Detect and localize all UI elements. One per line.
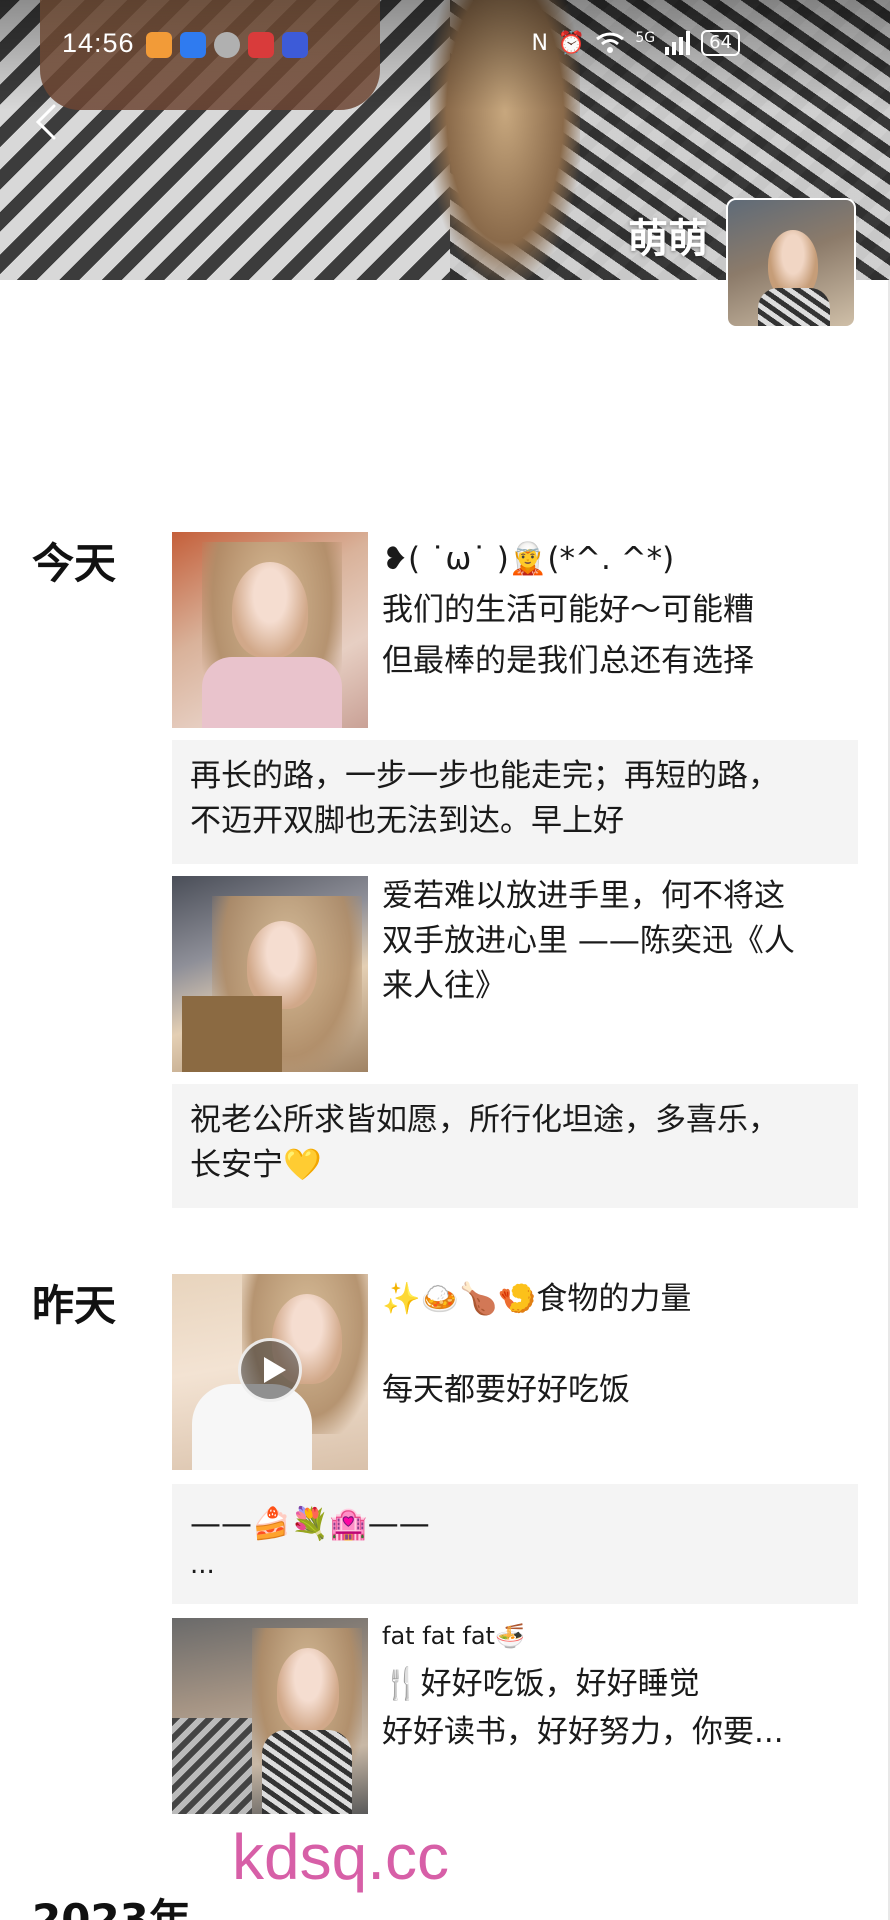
back-button[interactable] [28, 102, 68, 142]
watermark: kdsq.cc [232, 1821, 449, 1893]
post-caption[interactable]: 爱若难以放进手里，何不将这 双手放进心里 ——陈奕迅《人 来人往》 [382, 874, 862, 1009]
translate-app-icon [180, 32, 206, 58]
network-type: 5G [635, 30, 656, 46]
play-icon[interactable] [238, 1338, 302, 1402]
post-caption[interactable]: fat fat fat🍜 🍴好好吃饭，好好睡觉 好好读书，好好努力，你要... [382, 1618, 862, 1756]
status-bar: 14:56 N ⏰ 5G 64 [0, 0, 890, 90]
alarm-icon: ⏰ [557, 30, 586, 56]
post-caption[interactable]: ❥( ˙ω˙ )🧝(*^. ^*) 我们的生活可能好～可能糟 但最棒的是我们总还… [382, 534, 862, 687]
text-post-card[interactable]: 祝老公所求皆如愿，所行化坦途，多喜乐， 长安宁💛 [172, 1084, 858, 1208]
post-photo[interactable] [172, 532, 368, 728]
notification-icons [146, 32, 308, 58]
day-label-yesterday: 昨天 [32, 1281, 117, 1330]
wifi-icon [596, 32, 625, 53]
post-photo[interactable] [172, 1618, 368, 1814]
status-time: 14:56 [62, 28, 135, 58]
app-notification-icon [214, 32, 240, 58]
app-notification-icon [248, 32, 274, 58]
profile-avatar[interactable] [726, 198, 856, 328]
post-caption[interactable]: ✨🍛🍗🍤食物的力量 每天都要好好吃饭 [382, 1274, 862, 1416]
day-label-today: 今天 [32, 539, 117, 588]
chevron-left-icon [35, 104, 56, 140]
signal-icon [665, 31, 691, 55]
video-post-thumbnail[interactable] [172, 1274, 368, 1470]
app-notification-icon [282, 32, 308, 58]
text-post-card[interactable]: 再长的路，一步一步也能走完；再短的路， 不迈开双脚也无法到达。早上好 [172, 740, 858, 864]
text-post-card[interactable]: ——🍰💐🏩—— ... [172, 1484, 858, 1604]
post-photo[interactable] [172, 876, 368, 1072]
day-label-year: 2023年 [32, 1895, 191, 1920]
system-icons: N ⏰ 5G 64 [531, 30, 740, 56]
nfc-icon: N [531, 30, 548, 56]
battery-icon: 64 [701, 30, 740, 56]
profile-nickname: 萌萌 [628, 216, 708, 262]
app-notification-icon [146, 32, 172, 58]
